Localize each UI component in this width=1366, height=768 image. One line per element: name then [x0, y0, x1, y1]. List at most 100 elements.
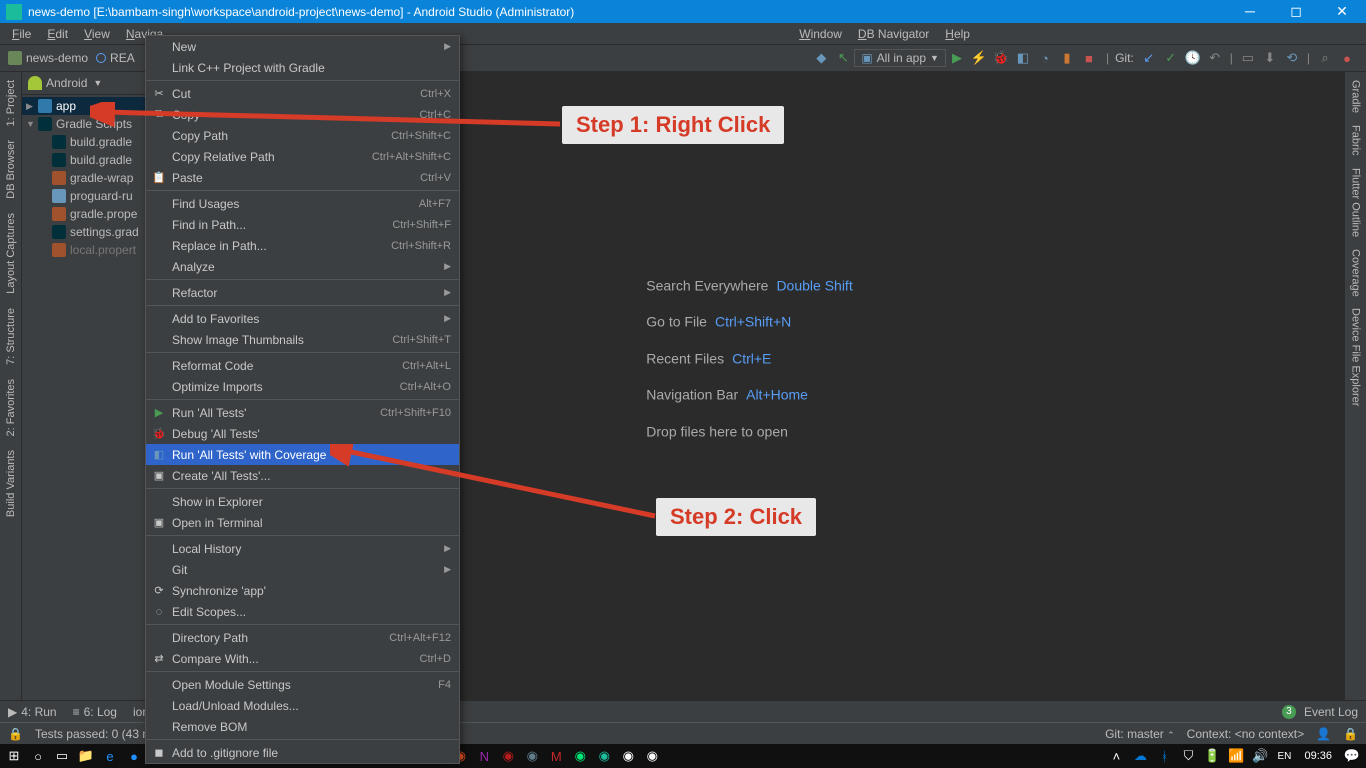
taskview-icon[interactable]: ▭ [52, 747, 72, 765]
tray-icon[interactable]: ◉ [522, 747, 542, 765]
menu-edit[interactable]: Edit [39, 25, 76, 43]
tray-icon[interactable]: N [474, 747, 494, 765]
ctx-optimize-imports[interactable]: Optimize ImportsCtrl+Alt+O [146, 376, 459, 397]
ctx-reformat-code[interactable]: Reformat CodeCtrl+Alt+L [146, 355, 459, 376]
tool-tab-4-run[interactable]: ▶4: Run [8, 705, 57, 719]
run-config-select[interactable]: ▣ All in app ▼ [854, 49, 946, 67]
stop-button[interactable]: ■ [1079, 48, 1099, 68]
apply-changes-button[interactable]: ⚡ [969, 48, 989, 68]
sdk-manager-icon[interactable]: ⬇ [1260, 48, 1280, 68]
tray-chevron-icon[interactable]: ˄ [1106, 747, 1126, 765]
ctx-open-in-terminal[interactable]: ▣Open in Terminal [146, 512, 459, 533]
ctx-refactor[interactable]: Refactor▶ [146, 282, 459, 303]
tray-icon[interactable]: M [546, 747, 566, 765]
man-icon[interactable]: 👤 [1316, 727, 1331, 741]
tree-node-app[interactable]: ▶app [22, 97, 154, 115]
ctx-find-usages[interactable]: Find UsagesAlt+F7 [146, 193, 459, 214]
tree-node-settings-grad[interactable]: settings.grad [22, 223, 154, 241]
layers-icon[interactable]: ◆ [811, 48, 831, 68]
tool-tab-2-favorites[interactable]: 2: Favorites [5, 375, 17, 440]
tree-node-gradle-scripts[interactable]: ▼Gradle Scripts [22, 115, 154, 133]
debug-button[interactable]: 🐞 [991, 48, 1011, 68]
ctx-local-history[interactable]: Local History▶ [146, 538, 459, 559]
ctx-edit-scopes-[interactable]: ◌Edit Scopes... [146, 601, 459, 622]
menu-help[interactable]: Help [937, 25, 978, 43]
git-branch-widget[interactable]: Git: master ⌃ [1105, 727, 1175, 741]
profiler-button[interactable]: ◔ [1035, 48, 1055, 68]
edge-icon[interactable]: e [100, 747, 120, 765]
ctx-copy-path[interactable]: Copy PathCtrl+Shift+C [146, 125, 459, 146]
vcs-revert-icon[interactable]: ↶ [1205, 48, 1225, 68]
context-widget[interactable]: Context: <no context> [1187, 727, 1304, 741]
ctx-compare-with-[interactable]: ⇄Compare With...Ctrl+D [146, 648, 459, 669]
vcs-update-icon[interactable]: ↙ [1139, 48, 1159, 68]
tray-icon[interactable]: ◉ [618, 747, 638, 765]
ctx-copy[interactable]: ⧉CopyCtrl+C [146, 104, 459, 125]
vcs-commit-icon[interactable]: ✓ [1161, 48, 1181, 68]
ctx-add-to-favorites[interactable]: Add to Favorites▶ [146, 308, 459, 329]
attach-button[interactable]: ▮ [1057, 48, 1077, 68]
ctx-open-module-settings[interactable]: Open Module SettingsF4 [146, 674, 459, 695]
ctx-cut[interactable]: ✂CutCtrl+X [146, 83, 459, 104]
tree-node-gradle-prope[interactable]: gradle.prope [22, 205, 154, 223]
notifications-icon[interactable]: 💬 [1342, 747, 1362, 765]
nav-back-icon[interactable]: ↖ [833, 48, 853, 68]
search-icon[interactable]: ⌕ [1315, 48, 1335, 68]
tool-tab-layout-captures[interactable]: Layout Captures [5, 209, 17, 298]
ctx-run-all-tests-with-coverage[interactable]: ◧Run 'All Tests' with Coverage [146, 444, 459, 465]
vcs-history-icon[interactable]: 🕓 [1183, 48, 1203, 68]
explorer-icon[interactable]: 📁 [76, 747, 96, 765]
lang-icon[interactable]: EN [1274, 747, 1294, 765]
tray-icon[interactable]: ◉ [594, 747, 614, 765]
tool-tab-flutter-outline[interactable]: Flutter Outline [1350, 164, 1362, 241]
tray-icon[interactable]: ◉ [570, 747, 590, 765]
run-button[interactable]: ▶ [947, 48, 967, 68]
menu-window[interactable]: Window [791, 25, 850, 43]
menu-file[interactable]: File [4, 25, 39, 43]
ctx-load-unload-modules-[interactable]: Load/Unload Modules... [146, 695, 459, 716]
ctx-paste[interactable]: 📋PasteCtrl+V [146, 167, 459, 188]
tool-tab-6-log[interactable]: ≡6: Log [73, 705, 117, 719]
ctx-link-c-project-with-gradle[interactable]: Link C++ Project with Gradle [146, 57, 459, 78]
ctx-show-in-explorer[interactable]: Show in Explorer [146, 491, 459, 512]
tree-node-build-gradle[interactable]: build.gradle [22, 133, 154, 151]
bluetooth-icon[interactable]: ᚼ [1154, 747, 1174, 765]
tool-tab-build-variants[interactable]: Build Variants [5, 446, 17, 521]
wifi-icon[interactable]: 📶 [1226, 747, 1246, 765]
menu-view[interactable]: View [76, 25, 118, 43]
ctx-analyze[interactable]: Analyze▶ [146, 256, 459, 277]
ctx-replace-in-path-[interactable]: Replace in Path...Ctrl+Shift+R [146, 235, 459, 256]
alert-icon[interactable]: 🔒 [1343, 727, 1358, 741]
ctx-run-all-tests-[interactable]: ▶Run 'All Tests'Ctrl+Shift+F10 [146, 402, 459, 423]
tool-tab-fabric[interactable]: Fabric [1350, 121, 1362, 160]
ctx-add-to-gitignore-file[interactable]: ◼Add to .gitignore file [146, 742, 459, 763]
close-button[interactable]: ✕ [1328, 3, 1356, 20]
project-tree[interactable]: ▶app▼Gradle Scriptsbuild.gradlebuild.gra… [22, 95, 154, 261]
coverage-button[interactable]: ◧ [1013, 48, 1033, 68]
minimize-button[interactable]: ─ [1236, 3, 1264, 20]
menu-db navigator[interactable]: DB Navigator [850, 25, 937, 43]
ctx-new[interactable]: New▶ [146, 36, 459, 57]
ctx-show-image-thumbnails[interactable]: Show Image ThumbnailsCtrl+Shift+T [146, 329, 459, 350]
tree-node-gradle-wrap[interactable]: gradle-wrap [22, 169, 154, 187]
breadcrumb-project[interactable]: news-demo [8, 51, 88, 65]
ctx-synchronize-app-[interactable]: ⟳Synchronize 'app' [146, 580, 459, 601]
tool-tab-gradle[interactable]: Gradle [1350, 76, 1362, 117]
tray-icon[interactable]: ⛉ [1178, 747, 1198, 765]
taskbar-clock[interactable]: 09:36 [1298, 750, 1338, 762]
tray-icon[interactable]: ◉ [642, 747, 662, 765]
tool-tab-coverage[interactable]: Coverage [1350, 245, 1362, 301]
tree-node-local-propert[interactable]: local.propert [22, 241, 154, 259]
avatar-icon[interactable]: ● [1337, 48, 1357, 68]
start-button[interactable]: ⊞ [4, 747, 24, 765]
project-scope-select[interactable]: Android ▼ [22, 72, 154, 95]
ctx-copy-relative-path[interactable]: Copy Relative PathCtrl+Alt+Shift+C [146, 146, 459, 167]
ctx-find-in-path-[interactable]: Find in Path...Ctrl+Shift+F [146, 214, 459, 235]
onedrive-icon[interactable]: ☁ [1130, 747, 1150, 765]
tray-icon[interactable]: ◉ [498, 747, 518, 765]
tool-tab-7-structure[interactable]: 7: Structure [5, 304, 17, 369]
tool-tab-1-project[interactable]: 1: Project [5, 76, 17, 130]
ctx-remove-bom[interactable]: Remove BOM [146, 716, 459, 737]
maximize-button[interactable]: ◻ [1282, 3, 1310, 20]
cortana-icon[interactable]: ○ [28, 747, 48, 765]
